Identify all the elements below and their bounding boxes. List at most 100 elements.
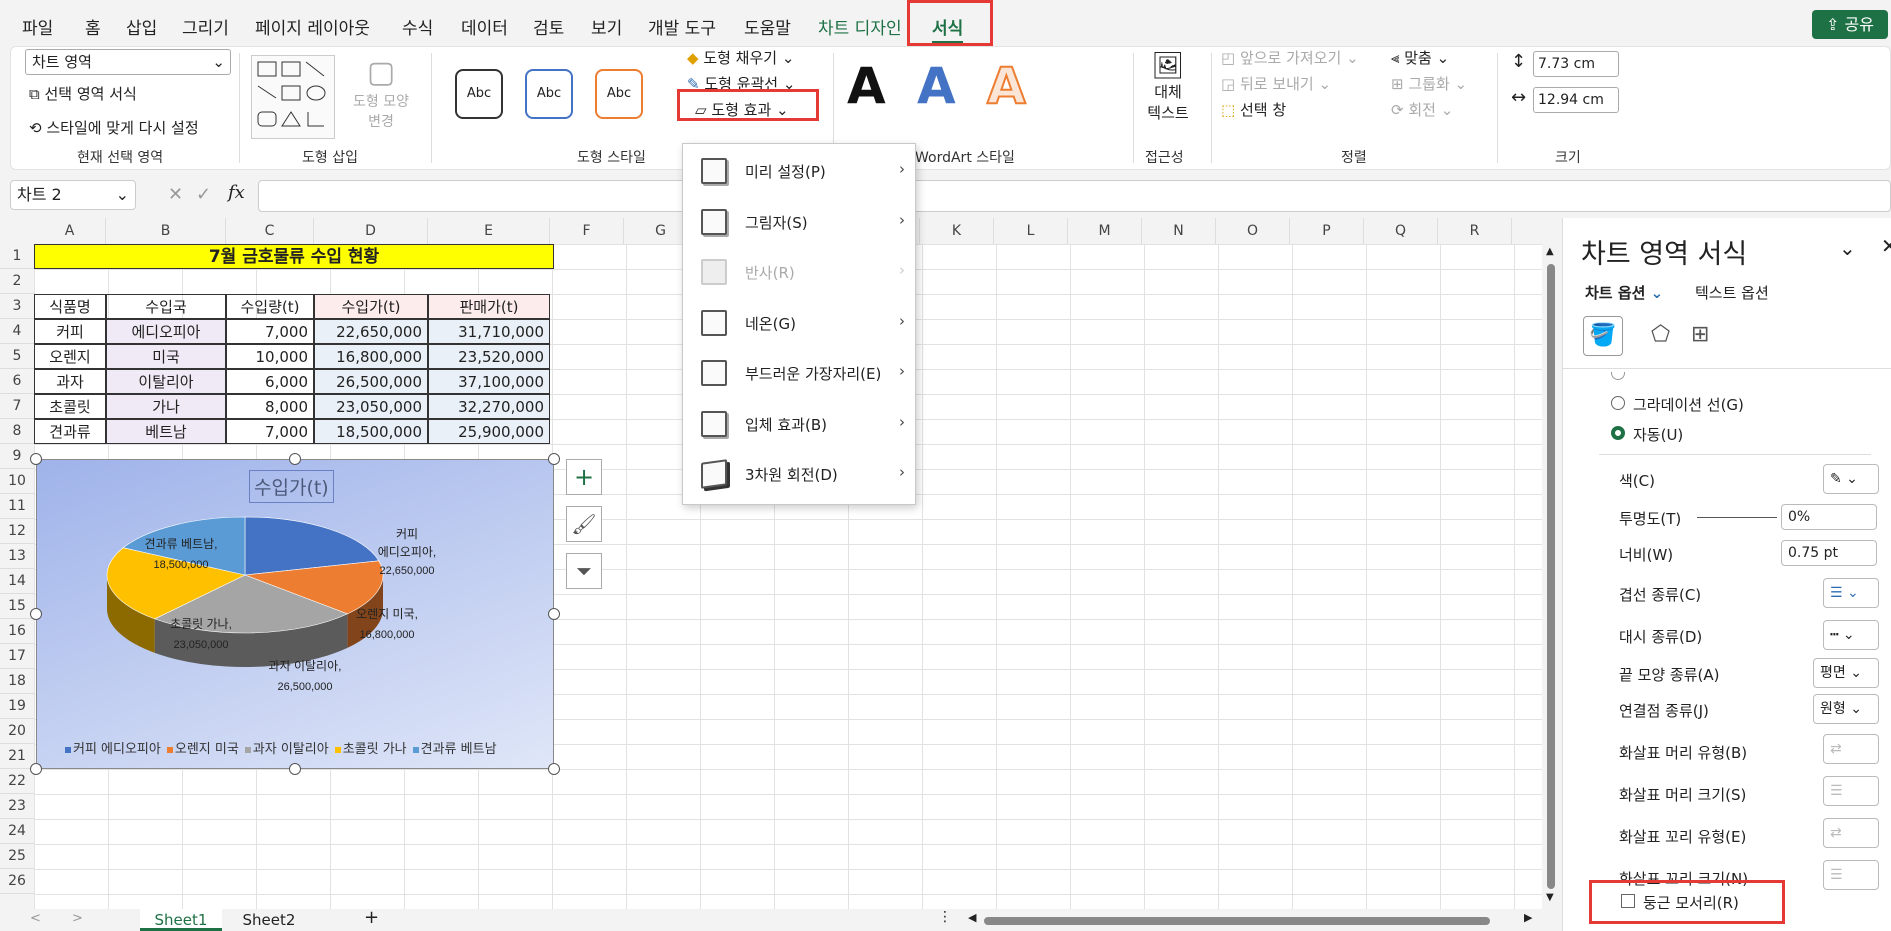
resize-handle[interactable] <box>548 453 560 465</box>
row-header[interactable]: 26 <box>0 869 34 894</box>
row-header[interactable]: 7 <box>0 394 34 419</box>
alt-text-button[interactable]: 🖼 대체 텍스트 <box>1145 51 1191 123</box>
tab-chart-options[interactable]: 차트 옵션 ⌄ <box>1585 282 1663 303</box>
column-header[interactable]: A <box>34 218 106 244</box>
style-preset-2[interactable]: Abc <box>525 69 573 119</box>
row-header[interactable]: 9 <box>0 444 34 469</box>
row-header[interactable]: 3 <box>0 294 34 319</box>
row-header[interactable]: 8 <box>0 419 34 444</box>
tab-home[interactable]: 홈 <box>85 14 101 39</box>
horizontal-scroll-thumb[interactable] <box>984 917 1490 925</box>
pie-data-label[interactable]: 과자 이탈리아, 26,500,000 <box>269 659 342 693</box>
selection-pane-button[interactable]: ⬚ 선택 창 <box>1221 99 1286 120</box>
cap-type-select[interactable]: 평면 ⌄ <box>1813 658 1879 688</box>
effects-menu-item[interactable]: 그림자(S) › <box>683 199 915 243</box>
change-shape-button[interactable]: ▢ 도형 모양 변경 <box>351 55 411 131</box>
effects-menu-item[interactable]: 부드러운 가장자리(E) › <box>683 350 915 394</box>
column-header[interactable]: B <box>106 218 226 244</box>
row-header[interactable]: 12 <box>0 519 34 544</box>
column-header[interactable]: L <box>994 218 1068 244</box>
next-sheet-icon[interactable]: > <box>72 911 83 926</box>
legend-entry[interactable]: 초콜릿 가나 <box>334 742 407 757</box>
table-cell[interactable]: 과자 <box>34 369 106 394</box>
chart-elements-button[interactable]: + <box>566 459 602 495</box>
arrow-begin-size-select[interactable]: ☰ <box>1823 776 1879 806</box>
scroll-thumb[interactable] <box>1547 264 1555 889</box>
pie-chart[interactable]: 수입가(t) 커피 에디오피아, 22,650,000 오렌지 미국, 16,800,0… <box>36 459 554 769</box>
table-cell[interactable]: 23,520,000 <box>428 344 550 369</box>
table-header-cell[interactable]: 수입국 <box>106 294 226 319</box>
table-cell[interactable]: 견과류 <box>34 419 106 444</box>
row-header[interactable]: 21 <box>0 744 34 769</box>
table-cell[interactable]: 미국 <box>106 344 226 369</box>
row-header[interactable]: 10 <box>0 469 34 494</box>
share-button[interactable]: ⇪ 공유 <box>1812 10 1888 39</box>
rotate-button[interactable]: ⟳ 회전 ⌄ <box>1391 99 1453 120</box>
width-input[interactable]: 0.75 pt <box>1781 540 1877 566</box>
table-cell[interactable]: 26,500,000 <box>314 369 428 394</box>
shape-fill-button[interactable]: ◆ 도형 채우기 ⌄ <box>687 47 794 68</box>
row-header[interactable]: 1 <box>0 244 34 269</box>
legend-entry[interactable]: 과자 이탈리아 <box>244 742 329 757</box>
tab-file[interactable]: 파일 <box>22 14 53 39</box>
scroll-down-icon[interactable]: ▼ <box>1546 892 1554 903</box>
cancel-icon[interactable]: ✕ <box>168 184 183 205</box>
style-preset-3[interactable]: Abc <box>595 69 643 119</box>
column-header[interactable]: C <box>226 218 314 244</box>
row-header[interactable]: 23 <box>0 794 34 819</box>
transparency-slider[interactable] <box>1697 517 1777 518</box>
resize-handle[interactable] <box>30 608 42 620</box>
resize-handle[interactable] <box>289 453 301 465</box>
join-type-select[interactable]: 원형 ⌄ <box>1813 694 1879 724</box>
table-title[interactable]: 7월 금호물류 수입 현황 <box>34 244 554 269</box>
table-cell[interactable]: 32,270,000 <box>428 394 550 419</box>
tab-insert[interactable]: 삽입 <box>126 14 157 39</box>
function-icon[interactable]: fx <box>228 182 245 203</box>
pie-data-label[interactable]: 커피 에디오피아, 22,650,000 <box>378 527 437 577</box>
sheet-tab-2[interactable]: Sheet2 <box>228 909 310 931</box>
row-header[interactable]: 22 <box>0 769 34 794</box>
transparency-input[interactable]: 0% <box>1781 504 1877 530</box>
column-header[interactable]: R <box>1438 218 1512 244</box>
pie-plot[interactable]: 커피 에디오피아, 22,650,000오렌지 미국, 16,800,000과자 이탈… <box>37 460 555 770</box>
shapes-gallery[interactable] <box>251 55 335 139</box>
arrow-end-size-select[interactable]: ☰ <box>1823 860 1879 890</box>
bring-forward-button[interactable]: ◰ 앞으로 가져오기 ⌄ <box>1221 47 1359 68</box>
arrow-end-type-select[interactable]: ⇄ <box>1823 818 1879 848</box>
table-header-cell[interactable]: 판매가(t) <box>428 294 550 319</box>
row-header[interactable]: 6 <box>0 369 34 394</box>
brush-icon[interactable]: 🖌 <box>566 506 602 542</box>
chart-legend[interactable]: 커피 에디오피아 오렌지 미국 과자 이탈리아 초콜릿 가나 견과류 베트남 <box>65 738 503 757</box>
resize-handle[interactable] <box>30 453 42 465</box>
tab-developer[interactable]: 개발 도구 <box>648 14 716 39</box>
table-cell[interactable]: 베트남 <box>106 419 226 444</box>
legend-entry[interactable]: 견과류 베트남 <box>412 742 497 757</box>
tab-formulas[interactable]: 수식 <box>402 14 433 39</box>
row-header[interactable]: 18 <box>0 669 34 694</box>
table-cell[interactable]: 7,000 <box>226 419 314 444</box>
scroll-up-icon[interactable]: ▲ <box>1546 246 1554 257</box>
close-icon[interactable]: ✕ <box>1881 234 1891 258</box>
vertical-scrollbar[interactable]: ▲ ▼ <box>1542 244 1560 909</box>
fill-line-icon[interactable]: 🪣 <box>1583 316 1623 356</box>
table-cell[interactable]: 6,000 <box>226 369 314 394</box>
table-cell[interactable]: 23,050,000 <box>314 394 428 419</box>
width-input[interactable]: 12.94 cm <box>1533 87 1619 113</box>
effects-menu-item[interactable]: 미리 설정(P) › <box>683 148 915 192</box>
tab-text-options[interactable]: 텍스트 옵션 <box>1695 282 1769 303</box>
table-cell[interactable]: 7,000 <box>226 319 314 344</box>
column-header[interactable]: E <box>428 218 550 244</box>
gradient-line-radio[interactable] <box>1611 396 1625 410</box>
table-cell[interactable]: 이탈리아 <box>106 369 226 394</box>
add-sheet-icon[interactable]: + <box>364 907 379 928</box>
color-picker[interactable]: ✎ ⌄ <box>1823 464 1879 494</box>
table-cell[interactable]: 8,000 <box>226 394 314 419</box>
tab-page-layout[interactable]: 페이지 레이아웃 <box>255 14 370 39</box>
row-header[interactable]: 19 <box>0 694 34 719</box>
auto-radio[interactable] <box>1611 426 1625 440</box>
table-cell[interactable]: 커피 <box>34 319 106 344</box>
column-header[interactable]: P <box>1290 218 1364 244</box>
wordart-black[interactable]: A <box>847 57 886 115</box>
column-header[interactable]: D <box>314 218 428 244</box>
compound-type-select[interactable]: ☰ ⌄ <box>1823 578 1879 608</box>
